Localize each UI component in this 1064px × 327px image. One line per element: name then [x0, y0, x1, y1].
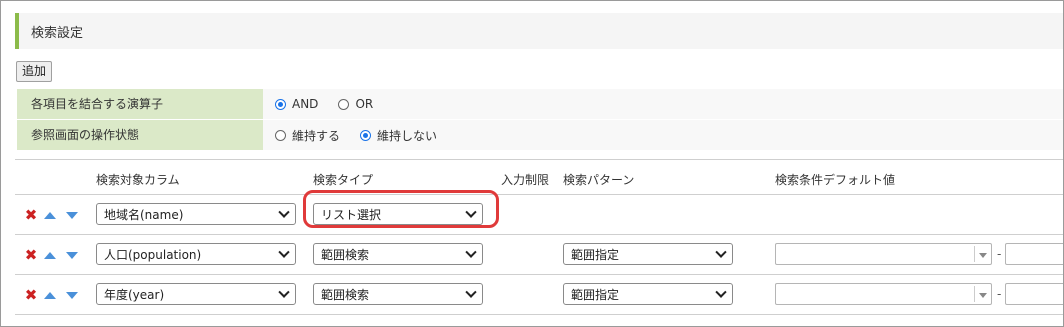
view-state-label: 参照画面の操作状態: [17, 120, 277, 150]
view-state-setting-row: 参照画面の操作状態 維持する 維持しない: [17, 120, 1063, 150]
column-select-value: 年度(year): [104, 287, 165, 302]
view-state-options: 維持する 維持しない: [263, 120, 1063, 150]
range-separator: -: [997, 287, 1002, 301]
search-pattern-select[interactable]: 範囲指定: [563, 283, 733, 305]
search-type-select[interactable]: 範囲検索: [313, 243, 483, 265]
view-state-nokeep-label: 維持しない: [377, 128, 438, 143]
header-default-value: 検索条件デフォルト値: [775, 173, 896, 187]
operator-and-option[interactable]: AND: [275, 97, 318, 111]
chevron-down-icon: [465, 286, 477, 298]
search-pattern-select-value: 範囲指定: [571, 247, 620, 262]
add-button[interactable]: 追加: [16, 61, 53, 82]
chevron-down-icon: [715, 246, 727, 258]
operator-or-label: OR: [355, 97, 374, 111]
dropdown-arrow-icon[interactable]: [979, 253, 987, 258]
close-x-icon[interactable]: ✖: [24, 208, 38, 223]
dropdown-arrow-icon[interactable]: [979, 293, 987, 298]
operator-label: 各項目を結合する演算子: [17, 89, 277, 119]
header-column: 検索対象カラム: [96, 173, 180, 187]
view-state-nokeep-option[interactable]: 維持しない: [360, 127, 437, 144]
search-pattern-select-value: 範囲指定: [571, 287, 620, 302]
chevron-down-icon: [715, 286, 727, 298]
chevron-down-icon: [278, 246, 290, 258]
range-separator: -: [997, 247, 1002, 261]
column-select[interactable]: 年度(year): [96, 283, 296, 305]
header-type: 検索タイプ: [313, 173, 374, 187]
table-row: ✖ 地域名(name) リスト選択: [15, 190, 1063, 235]
default-to-combo[interactable]: [1005, 243, 1063, 265]
header-input-limit: 入力制限: [501, 173, 550, 187]
triangle-down-icon[interactable]: [65, 209, 79, 221]
search-settings-panel: 検索設定 追加 各項目を結合する演算子 AND OR 参照画面の操作状態 維持す…: [0, 0, 1064, 327]
chevron-down-icon: [278, 206, 290, 218]
table-row: ✖ 人口(population) 範囲検索 範囲指定 -: [15, 235, 1063, 275]
chevron-down-icon: [278, 286, 290, 298]
operator-and-radio[interactable]: [275, 98, 286, 110]
triangle-down-icon[interactable]: [65, 289, 79, 301]
chevron-down-icon: [465, 206, 477, 218]
close-x-icon[interactable]: ✖: [24, 288, 38, 303]
view-state-keep-radio[interactable]: [275, 129, 286, 141]
table-row: ✖ 年度(year) 範囲検索 範囲指定 -: [15, 275, 1063, 315]
view-state-keep-label: 維持する: [292, 128, 341, 143]
triangle-down-icon[interactable]: [65, 249, 79, 261]
view-state-keep-option[interactable]: 維持する: [275, 127, 340, 144]
column-select[interactable]: 人口(population): [96, 243, 296, 265]
chevron-down-icon: [465, 246, 477, 258]
close-x-icon[interactable]: ✖: [24, 248, 38, 263]
search-type-select[interactable]: リスト選択: [313, 203, 483, 225]
search-type-select-value: 範囲検索: [321, 287, 370, 302]
default-from-combo[interactable]: [775, 283, 992, 305]
operator-or-radio[interactable]: [338, 98, 350, 110]
header-pattern: 検索パターン: [563, 173, 635, 187]
operator-setting-row: 各項目を結合する演算子 AND OR: [17, 89, 1063, 119]
column-select-value: 人口(population): [104, 247, 202, 262]
column-select[interactable]: 地域名(name): [96, 203, 296, 225]
search-pattern-select[interactable]: 範囲指定: [563, 243, 733, 265]
column-select-value: 地域名(name): [104, 207, 184, 222]
search-type-select-value: 範囲検索: [321, 247, 370, 262]
triangle-up-icon[interactable]: [43, 209, 57, 221]
grid-header-row: 検索対象カラム 検索タイプ 入力制限 検索パターン 検索条件デフォルト値: [15, 159, 1063, 195]
operator-options: AND OR: [263, 89, 1063, 119]
combo-divider: [974, 246, 975, 262]
section-title: 検索設定: [31, 25, 84, 41]
operator-or-option[interactable]: OR: [338, 97, 373, 111]
triangle-up-icon[interactable]: [43, 289, 57, 301]
default-to-combo[interactable]: [1005, 283, 1063, 305]
section-header: 検索設定: [15, 13, 1063, 49]
search-type-select-value: リスト選択: [321, 207, 382, 222]
default-from-combo[interactable]: [775, 243, 992, 265]
search-type-select[interactable]: 範囲検索: [313, 283, 483, 305]
triangle-up-icon[interactable]: [43, 249, 57, 261]
view-state-nokeep-radio[interactable]: [360, 129, 372, 141]
combo-divider: [974, 286, 975, 302]
operator-and-label: AND: [292, 97, 319, 111]
